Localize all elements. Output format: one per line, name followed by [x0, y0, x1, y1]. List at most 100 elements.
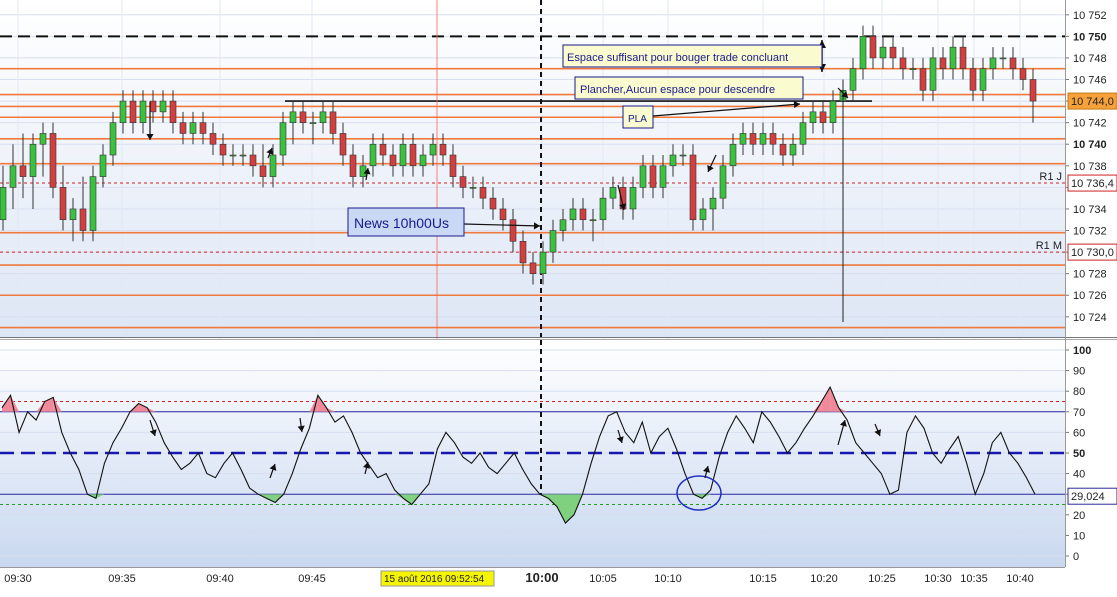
annotation-pla-text: PLA [628, 114, 647, 125]
price-tick-label: 10 752 [1073, 10, 1107, 22]
candle-body [49, 133, 57, 188]
candle-body [219, 143, 227, 156]
candle-body [209, 133, 217, 145]
annotation-news-text: News 10h00Us [354, 215, 449, 231]
candle-body [869, 36, 877, 59]
annotation-espace: Espace suffisant pour bouger trade concl… [562, 44, 823, 68]
candle-body [29, 143, 37, 177]
candle-body [1009, 57, 1017, 70]
candle-body [339, 133, 347, 156]
osc-tick-label: 80 [1073, 386, 1085, 398]
candle-body [529, 262, 537, 274]
time-tick-label: 10:20 [810, 573, 838, 585]
candle-body [369, 143, 377, 167]
candle-body [769, 133, 777, 145]
time-tick-label: 09:35 [108, 573, 136, 585]
candle-body [729, 143, 737, 167]
candle-body [889, 46, 897, 59]
candle-body [59, 187, 67, 221]
candle-body [609, 187, 617, 199]
candle-body [559, 219, 567, 231]
candle-body [1029, 79, 1037, 102]
candle-body [829, 100, 837, 123]
price-tick-label: 10 740 [1073, 139, 1107, 151]
candle-body [999, 57, 1007, 60]
osc-tick-label: 100 [1073, 345, 1091, 357]
candle-body [809, 111, 817, 123]
time-tick-label: 10:35 [960, 573, 988, 585]
candle-body [409, 143, 417, 167]
candle-body [639, 165, 647, 188]
candle-body [689, 154, 697, 221]
time-tick-label: 09:30 [4, 573, 32, 585]
price-tick-label: 10 742 [1073, 118, 1107, 130]
candle-body [719, 165, 727, 199]
osc-tick-label: 50 [1073, 448, 1085, 460]
candle-body [659, 165, 667, 188]
candle-body [569, 208, 577, 221]
candle-body [449, 154, 457, 177]
price-tick-label: 10 746 [1073, 75, 1107, 87]
osc-tick-label: 0 [1073, 551, 1079, 563]
candle-body [239, 154, 247, 157]
candle-body [589, 219, 597, 222]
candle-body [299, 111, 307, 123]
candle-body [39, 133, 47, 145]
time-tick-label: 10:25 [868, 573, 896, 585]
candle-body [989, 57, 997, 70]
candle-body [759, 133, 767, 145]
candle-body [979, 68, 987, 91]
candle-body [899, 57, 907, 70]
price-tick-label: 10 750 [1073, 31, 1107, 43]
osc-tick-label: 90 [1073, 366, 1085, 378]
candle-body [939, 57, 947, 70]
candle-body [429, 143, 437, 156]
candle-body [959, 46, 967, 70]
time-tick-label: 10:15 [749, 573, 777, 585]
candle-body [69, 208, 77, 221]
candle-body [739, 133, 747, 145]
candle-body [159, 100, 167, 113]
osc-tick-label: 10 [1073, 530, 1085, 542]
candle-body [599, 197, 607, 221]
osc-tick-label: 20 [1073, 510, 1085, 522]
candle-body [189, 122, 197, 134]
candle-body [789, 143, 797, 156]
candle-body [919, 68, 927, 91]
time-tick-label: 09:40 [206, 573, 234, 585]
candle-body [969, 68, 977, 91]
candle-body [399, 143, 407, 167]
candle-body [289, 111, 297, 123]
candle-body [129, 100, 137, 123]
pivot-value-label: 10 730,0 [1071, 247, 1114, 259]
candle-body [139, 100, 147, 123]
candle-body [229, 154, 237, 157]
candle-body [19, 165, 27, 177]
candle-body [199, 122, 207, 134]
candle-body [119, 100, 127, 123]
time-tick-label: 10:30 [924, 573, 952, 585]
price-tick-label: 10 734 [1073, 204, 1107, 216]
candle-body [929, 57, 937, 91]
candle-body [479, 187, 487, 199]
candle-body [859, 36, 867, 70]
candle-body [99, 154, 107, 177]
candle-body [89, 176, 97, 231]
price-tick-label: 10 732 [1073, 226, 1107, 238]
candle-body [819, 111, 827, 123]
candle-body [259, 165, 267, 177]
osc-tick-label: 40 [1073, 469, 1085, 481]
osc-last-label: 29,024 [1071, 491, 1105, 503]
price-tick-label: 10 738 [1073, 161, 1107, 173]
candle-body [1019, 68, 1027, 80]
candle-body [179, 122, 187, 134]
price-tick-label: 10 728 [1073, 269, 1107, 281]
price-panel-bg [0, 0, 1065, 337]
candle-body [669, 154, 677, 167]
candle-body [509, 219, 517, 242]
cursor-date-label: 15 août 2016 09:52:54 [384, 574, 485, 585]
annotation-pla: PLA [622, 105, 654, 129]
candle-body [279, 122, 287, 156]
candle-body [249, 154, 257, 167]
candle-body [499, 208, 507, 221]
